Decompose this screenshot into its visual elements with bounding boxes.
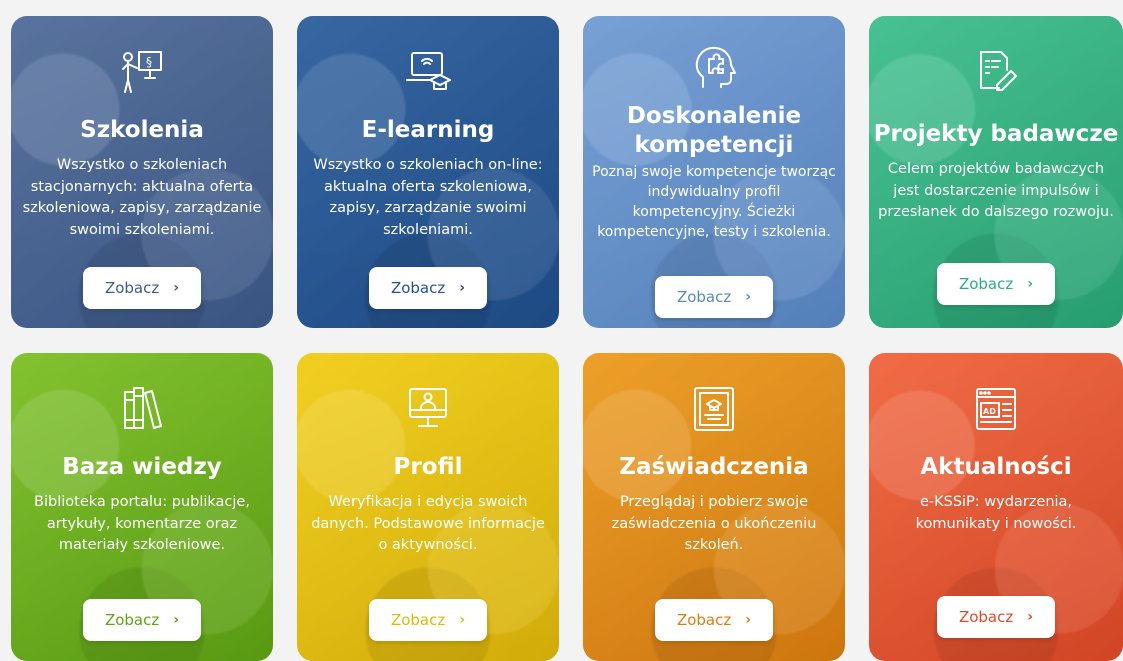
- tile-description: Poznaj swoje kompetencje tworząc indywid…: [592, 163, 836, 241]
- button-label: Zobacz: [390, 279, 446, 297]
- zobacz-button[interactable]: Zobacz ›: [655, 599, 773, 641]
- tile-szkolenia[interactable]: § Szkolenia Wszystko o szkoleniach stacj…: [11, 16, 273, 328]
- chevron-right-icon: ›: [1027, 276, 1034, 292]
- button-label: Zobacz: [676, 288, 732, 306]
- zobacz-button[interactable]: Zobacz ›: [369, 599, 487, 641]
- tile-title: Szkolenia: [80, 117, 204, 143]
- zobacz-button[interactable]: Zobacz ›: [655, 276, 773, 318]
- button-label: Zobacz: [390, 611, 446, 629]
- tile-baza-wiedzy[interactable]: Baza wiedzy Biblioteka portalu: publikac…: [11, 353, 273, 661]
- zobacz-button[interactable]: Zobacz ›: [937, 596, 1055, 638]
- tile-title: Doskonalenie kompetencji: [626, 103, 802, 158]
- tile-title: E-learning: [361, 117, 495, 143]
- presenter-icon: §: [117, 46, 167, 98]
- monitor-user-icon: [403, 383, 453, 435]
- tile-e-learning[interactable]: E-learning Wszystko o szkoleniach on-lin…: [297, 16, 559, 328]
- button-label: Zobacz: [104, 279, 160, 297]
- tile-title: Baza wiedzy: [62, 454, 222, 480]
- document-pen-icon: [971, 46, 1021, 98]
- tile-title: Profil: [393, 454, 463, 480]
- tile-description: Celem projektów badawczych jest dostarcz…: [878, 160, 1114, 221]
- tile-profil[interactable]: Profil Weryfikacja i edycja swoich danyc…: [297, 353, 559, 661]
- chevron-right-icon: ›: [173, 280, 180, 296]
- zobacz-button[interactable]: Zobacz ›: [937, 263, 1055, 305]
- tile-description: e-KSSiP: wydarzenia, komunikaty i nowośc…: [915, 493, 1077, 532]
- books-icon: [117, 383, 167, 435]
- tile-title: Zaświadczenia: [619, 454, 809, 480]
- zobacz-button[interactable]: Zobacz ›: [83, 267, 201, 309]
- tile-description: Weryfikacja i edycja swoich danych. Pods…: [311, 493, 545, 554]
- button-label: Zobacz: [104, 611, 160, 629]
- tile-projekty-badawcze[interactable]: Projekty badawcze Celem projektów badawc…: [869, 16, 1123, 328]
- button-label: Zobacz: [676, 611, 732, 629]
- head-puzzle-icon: [689, 42, 739, 94]
- tile-description: Wszystko o szkoleniach stacjonarnych: ak…: [22, 156, 262, 238]
- button-label: Zobacz: [958, 608, 1014, 626]
- ad-browser-icon: AD: [971, 383, 1021, 435]
- tile-description: Biblioteka portalu: publikacje, artykuły…: [34, 493, 250, 554]
- chevron-right-icon: ›: [459, 280, 466, 296]
- tile-description: Wszystko o szkoleniach on-line: aktualna…: [313, 156, 543, 238]
- zobacz-button[interactable]: Zobacz ›: [369, 267, 487, 309]
- tile-title: Aktualności: [920, 454, 1072, 480]
- svg-text:§: §: [146, 55, 152, 69]
- tile-aktualnosci[interactable]: AD Aktualności e-KSSiP: wydarzenia, komu…: [869, 353, 1123, 661]
- zobacz-button[interactable]: Zobacz ›: [83, 599, 201, 641]
- chevron-right-icon: ›: [459, 612, 466, 628]
- tile-title: Projekty badawcze: [873, 121, 1119, 147]
- svg-text:AD: AD: [983, 407, 996, 416]
- chevron-right-icon: ›: [745, 612, 752, 628]
- tile-description: Przeglądaj i pobierz swoje zaświadczenia…: [611, 493, 817, 554]
- tile-doskonalenie-kompetencji[interactable]: Doskonalenie kompetencji Poznaj swoje ko…: [583, 16, 845, 328]
- tile-zaswiadczenia[interactable]: Zaświadczenia Przeglądaj i pobierz swoje…: [583, 353, 845, 661]
- certificate-icon: [689, 383, 739, 435]
- chevron-right-icon: ›: [1027, 609, 1034, 625]
- button-label: Zobacz: [958, 275, 1014, 293]
- laptop-graduation-icon: [403, 46, 453, 98]
- chevron-right-icon: ›: [745, 289, 752, 305]
- chevron-right-icon: ›: [173, 612, 180, 628]
